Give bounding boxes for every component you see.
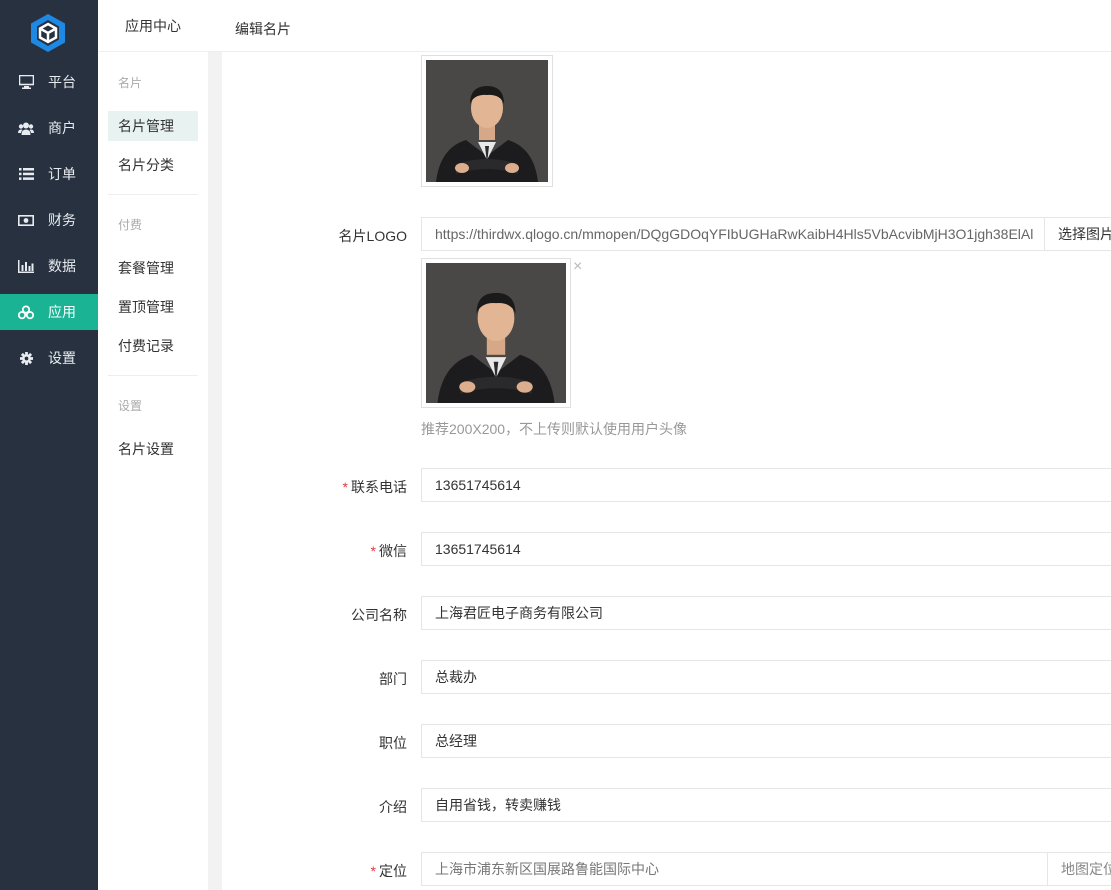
phone-label-text: 联系电话	[351, 479, 407, 495]
nav-label: 商户	[48, 120, 76, 136]
select-image-button[interactable]: 选择图片	[1044, 217, 1111, 251]
bar-chart-icon	[18, 258, 34, 274]
map-locate-button[interactable]: 地图定位	[1047, 852, 1111, 886]
location-label: * 定位	[222, 861, 407, 881]
sub-item-payment-records[interactable]: 付费记录	[108, 331, 198, 361]
required-mark: *	[370, 543, 376, 559]
top-bar: 编辑名片	[208, 0, 1111, 52]
nav-item-data[interactable]: 数据	[0, 248, 98, 284]
money-icon	[18, 212, 34, 228]
nav-item-platform[interactable]: 平台	[0, 64, 98, 100]
nav-label: 财务	[48, 212, 76, 228]
nav-item-apps[interactable]: 应用	[0, 294, 98, 330]
required-mark: *	[370, 863, 376, 879]
nav-item-orders[interactable]: 订单	[0, 156, 98, 192]
edit-card-form: 名片LOGO https://thirdwx.qlogo.cn/mmopen/D…	[222, 52, 1111, 890]
position-label: 职位	[379, 735, 407, 751]
list-icon	[18, 166, 34, 182]
gear-icon	[18, 350, 34, 366]
intro-label: 介绍	[379, 799, 407, 815]
wechat-input[interactable]: 13651745614	[421, 532, 1111, 566]
company-label: 公司名称	[351, 607, 407, 623]
nav-label: 设置	[48, 350, 76, 366]
users-icon	[18, 120, 34, 136]
location-input[interactable]: 上海市浦东新区国展路鲁能国际中心	[421, 852, 1048, 886]
nav-label: 平台	[48, 74, 76, 90]
logo-help-text: 推荐200X200，不上传则默认使用用户头像	[421, 421, 688, 437]
sub-group-title: 付费	[118, 218, 143, 232]
intro-input[interactable]: 自用省钱，转卖赚钱	[421, 788, 1111, 822]
department-label: 部门	[379, 671, 407, 687]
sub-item-top-manage[interactable]: 置顶管理	[108, 292, 198, 322]
nav-label: 应用	[48, 304, 76, 320]
sub-group-title: 设置	[118, 399, 143, 413]
company-input[interactable]: 上海君匠电子商务有限公司	[421, 596, 1111, 630]
logo-url-input[interactable]: https://thirdwx.qlogo.cn/mmopen/DQgGDOqY…	[421, 217, 1045, 251]
breadcrumb: 编辑名片	[235, 21, 291, 37]
sub-divider	[108, 375, 198, 376]
sub-nav-title: 应用中心	[98, 0, 208, 52]
sub-item-card-category[interactable]: 名片分类	[108, 150, 198, 180]
main-sidebar: 平台 商户 订单 财务 数据 应用 设置	[0, 0, 98, 890]
app-logo[interactable]	[27, 12, 69, 54]
department-input[interactable]: 总裁办	[421, 660, 1111, 694]
avatar-preview	[421, 55, 553, 187]
nav-item-settings[interactable]: 设置	[0, 340, 98, 376]
secondary-sidebar: 应用中心 名片 名片管理 名片分类 付费 套餐管理 置顶管理 付费记录 设置 名…	[98, 0, 208, 890]
required-mark: *	[342, 479, 348, 495]
sub-item-package-manage[interactable]: 套餐管理	[108, 253, 198, 283]
location-label-text: 定位	[379, 863, 407, 879]
phone-input[interactable]: 13651745614	[421, 468, 1111, 502]
sub-divider	[108, 194, 198, 195]
sub-item-card-manage[interactable]: 名片管理	[108, 111, 198, 141]
position-input[interactable]: 总经理	[421, 724, 1111, 758]
phone-label: * 联系电话	[222, 477, 407, 497]
remove-logo-icon[interactable]: ×	[573, 258, 582, 276]
wechat-label: * 微信	[222, 541, 407, 561]
monitor-icon	[18, 74, 34, 90]
sub-item-card-settings[interactable]: 名片设置	[108, 434, 198, 464]
sub-group-title: 名片	[118, 76, 143, 90]
content-gutter	[208, 52, 222, 890]
nav-item-merchant[interactable]: 商户	[0, 110, 98, 146]
wechat-label-text: 微信	[379, 543, 407, 559]
nav-label: 订单	[48, 166, 76, 182]
nav-label: 数据	[48, 258, 76, 274]
nav-item-finance[interactable]: 财务	[0, 202, 98, 238]
logo-preview	[421, 258, 571, 408]
cubes-icon	[18, 304, 34, 320]
logo-label: 名片LOGO	[338, 228, 407, 244]
